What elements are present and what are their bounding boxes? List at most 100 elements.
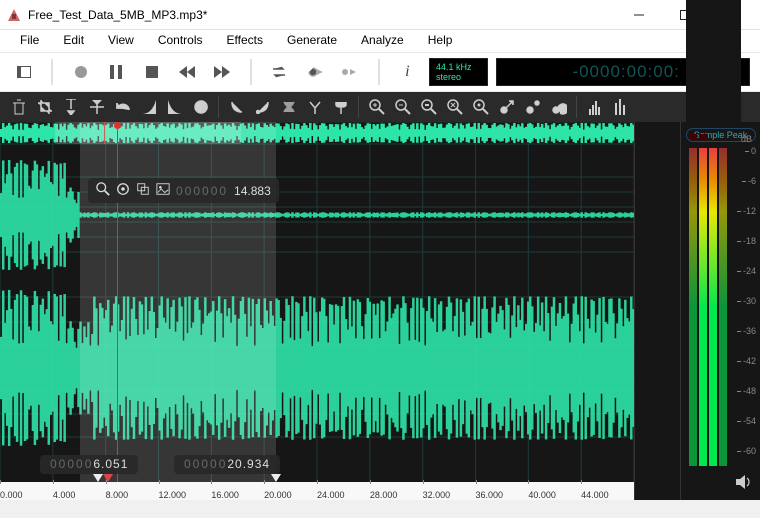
app-icon xyxy=(6,7,22,23)
cut-end-icon[interactable] xyxy=(250,95,275,120)
menubar: FileEditViewControlsEffectsGenerateAnaly… xyxy=(0,30,760,52)
selection-start-badge: 000006.051 xyxy=(40,455,138,474)
stop-button[interactable] xyxy=(138,58,165,86)
info-button[interactable]: i xyxy=(394,58,421,86)
delete-icon[interactable] xyxy=(6,95,31,120)
window-title: Free_Test_Data_5MB_MP3.mp3* xyxy=(28,8,616,22)
edit-toolbar xyxy=(0,92,760,122)
menu-file[interactable]: File xyxy=(8,30,51,52)
ruler-tick: 24.000 xyxy=(317,490,345,500)
trim-start-icon[interactable] xyxy=(58,95,83,120)
levels2-icon[interactable] xyxy=(608,95,633,120)
zoom-reset-icon[interactable] xyxy=(468,95,493,120)
cross-icon[interactable] xyxy=(276,95,301,120)
pad: 00000 xyxy=(50,457,93,471)
fork-icon[interactable] xyxy=(302,95,327,120)
db-tick: -12 xyxy=(743,206,756,216)
menu-controls[interactable]: Controls xyxy=(146,30,215,52)
fade-in-icon[interactable] xyxy=(136,95,161,120)
waveform-area[interactable]: 000000 14.883 000006.051 0000020.934 0.0… xyxy=(0,122,634,500)
main-area: 000000 14.883 000006.051 0000020.934 0.0… xyxy=(0,122,760,500)
db-tick: -18 xyxy=(743,236,756,246)
copy-sel-icon[interactable] xyxy=(136,182,150,199)
menu-view[interactable]: View xyxy=(96,30,146,52)
unlink-icon[interactable] xyxy=(520,95,545,120)
db-tick: -24 xyxy=(743,266,756,276)
minimize-button[interactable] xyxy=(616,0,662,30)
selection-length-label: 14.883 xyxy=(234,184,271,198)
image-icon[interactable] xyxy=(156,182,170,199)
trim-split-icon[interactable] xyxy=(84,95,109,120)
channels-label: stereo xyxy=(436,72,481,82)
meter-bar-l-peak xyxy=(689,148,697,466)
meter-panel: Sample Peak dB 0-6-12-18-24-30-36-42-48-… xyxy=(680,122,760,500)
selection-end-label: 20.934 xyxy=(227,457,270,471)
target-icon[interactable] xyxy=(116,182,130,199)
db-tick: -6 xyxy=(748,176,756,186)
separator xyxy=(576,96,577,118)
forward-button[interactable] xyxy=(209,58,236,86)
cut-start-icon[interactable] xyxy=(224,95,249,120)
undo-icon[interactable] xyxy=(110,95,135,120)
speaker-icon[interactable] xyxy=(736,475,752,494)
levels-icon[interactable] xyxy=(582,95,607,120)
marker[interactable] xyxy=(103,474,113,482)
menu-edit[interactable]: Edit xyxy=(51,30,96,52)
loop-forward-button[interactable] xyxy=(301,58,328,86)
db-tick: -36 xyxy=(743,326,756,336)
loop-link-icon[interactable] xyxy=(546,95,571,120)
record-button[interactable] xyxy=(67,58,94,86)
marker[interactable] xyxy=(271,474,281,482)
ruler-tick: 4.000 xyxy=(53,490,76,500)
db-tick: -42 xyxy=(743,356,756,366)
zoom-sel-icon[interactable] xyxy=(96,182,110,199)
playhead-cursor[interactable] xyxy=(117,122,118,482)
zoom-out-icon[interactable] xyxy=(390,95,415,120)
db-tick: 0 xyxy=(751,146,756,156)
normalize-icon[interactable] xyxy=(188,95,213,120)
step-button[interactable] xyxy=(336,58,363,86)
menu-generate[interactable]: Generate xyxy=(275,30,349,52)
ruler-tick: 0.000 xyxy=(0,490,23,500)
rewind-button[interactable] xyxy=(173,58,200,86)
meter-bar-r-peak xyxy=(719,148,727,466)
menu-help[interactable]: Help xyxy=(416,30,465,52)
sample-rate-label: 44.1 kHz xyxy=(436,62,481,72)
selection-start-label: 6.051 xyxy=(93,457,128,471)
zoom-sel-icon[interactable] xyxy=(416,95,441,120)
length-pad: 000000 xyxy=(176,184,228,198)
db-tick: -60 xyxy=(743,446,756,456)
fade-out-icon[interactable] xyxy=(162,95,187,120)
level-meters xyxy=(689,148,727,466)
separator xyxy=(51,59,53,85)
marker[interactable] xyxy=(93,474,103,482)
separator xyxy=(218,96,219,118)
titlebar: Free_Test_Data_5MB_MP3.mp3* xyxy=(0,0,760,30)
transport-bar: i 44.1 kHz stereo -0000:00:00: 8.819 xyxy=(0,52,760,92)
menu-effects[interactable]: Effects xyxy=(215,30,275,52)
zoom-in-icon[interactable] xyxy=(364,95,389,120)
db-tick: -48 xyxy=(743,386,756,396)
separator xyxy=(250,59,252,85)
panel-icon[interactable] xyxy=(10,58,37,86)
selection-end-badge: 0000020.934 xyxy=(174,455,280,474)
ruler-tick: 36.000 xyxy=(476,490,504,500)
loop-button[interactable] xyxy=(266,58,293,86)
pause-button[interactable] xyxy=(103,58,130,86)
meter-bar-l xyxy=(699,148,707,466)
ruler-tick: 8.000 xyxy=(106,490,129,500)
crop-icon[interactable] xyxy=(32,95,57,120)
clip-indicators xyxy=(689,134,707,139)
pad: 00000 xyxy=(184,457,227,471)
zoom-fit-icon[interactable] xyxy=(442,95,467,120)
sample-rate-display: 44.1 kHz stereo xyxy=(429,58,488,86)
ruler-tick: 44.000 xyxy=(581,490,609,500)
ruler-tick: 32.000 xyxy=(423,490,451,500)
separator xyxy=(378,59,380,85)
time-ruler[interactable]: 0.0004.0008.00012.00016.00020.00024.0002… xyxy=(0,482,634,500)
db-unit-label: dB xyxy=(741,134,752,144)
branch-icon[interactable] xyxy=(328,95,353,120)
menu-analyze[interactable]: Analyze xyxy=(349,30,416,52)
link-icon[interactable] xyxy=(494,95,519,120)
selection-region[interactable] xyxy=(80,122,277,482)
